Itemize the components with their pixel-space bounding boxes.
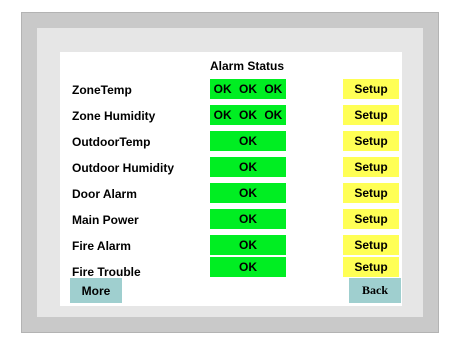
more-button[interactable]: More xyxy=(70,278,122,303)
setup-button-outdoor-humidity[interactable]: Setup xyxy=(343,157,399,177)
screen-title: Alarm Status xyxy=(210,59,285,73)
hmi-screen: Alarm Status ZoneTemp OK OK OK Setup Zon… xyxy=(60,52,402,306)
setup-button-door-alarm[interactable]: Setup xyxy=(343,183,399,203)
status-fire-trouble: OK xyxy=(210,257,286,277)
setup-button-fire-alarm[interactable]: Setup xyxy=(343,235,399,255)
back-button[interactable]: Back xyxy=(349,278,401,303)
status-outdoor-temp: OK xyxy=(210,131,286,151)
status-zone-temp: OK OK OK xyxy=(210,79,286,99)
setup-button-fire-trouble[interactable]: Setup xyxy=(343,257,399,277)
row-label-outdoor-temp: OutdoorTemp xyxy=(72,135,151,149)
setup-button-zone-humidity[interactable]: Setup xyxy=(343,105,399,125)
status-outdoor-humidity: OK xyxy=(210,157,286,177)
status-zone-humidity: OK OK OK xyxy=(210,105,286,125)
setup-button-zone-temp[interactable]: Setup xyxy=(343,79,399,99)
setup-button-main-power[interactable]: Setup xyxy=(343,209,399,229)
status-door-alarm: OK xyxy=(210,183,286,203)
row-label-fire-trouble: Fire Trouble xyxy=(72,265,141,279)
row-label-zone-humidity: Zone Humidity xyxy=(72,109,156,123)
status-main-power: OK xyxy=(210,209,286,229)
setup-button-outdoor-temp[interactable]: Setup xyxy=(343,131,399,151)
status-fire-alarm: OK xyxy=(210,235,286,255)
row-label-fire-alarm: Fire Alarm xyxy=(72,239,131,253)
row-label-zone-temp: ZoneTemp xyxy=(72,83,132,97)
row-label-main-power: Main Power xyxy=(72,213,139,227)
row-label-door-alarm: Door Alarm xyxy=(72,187,137,201)
row-label-outdoor-humidity: Outdoor Humidity xyxy=(72,161,174,175)
